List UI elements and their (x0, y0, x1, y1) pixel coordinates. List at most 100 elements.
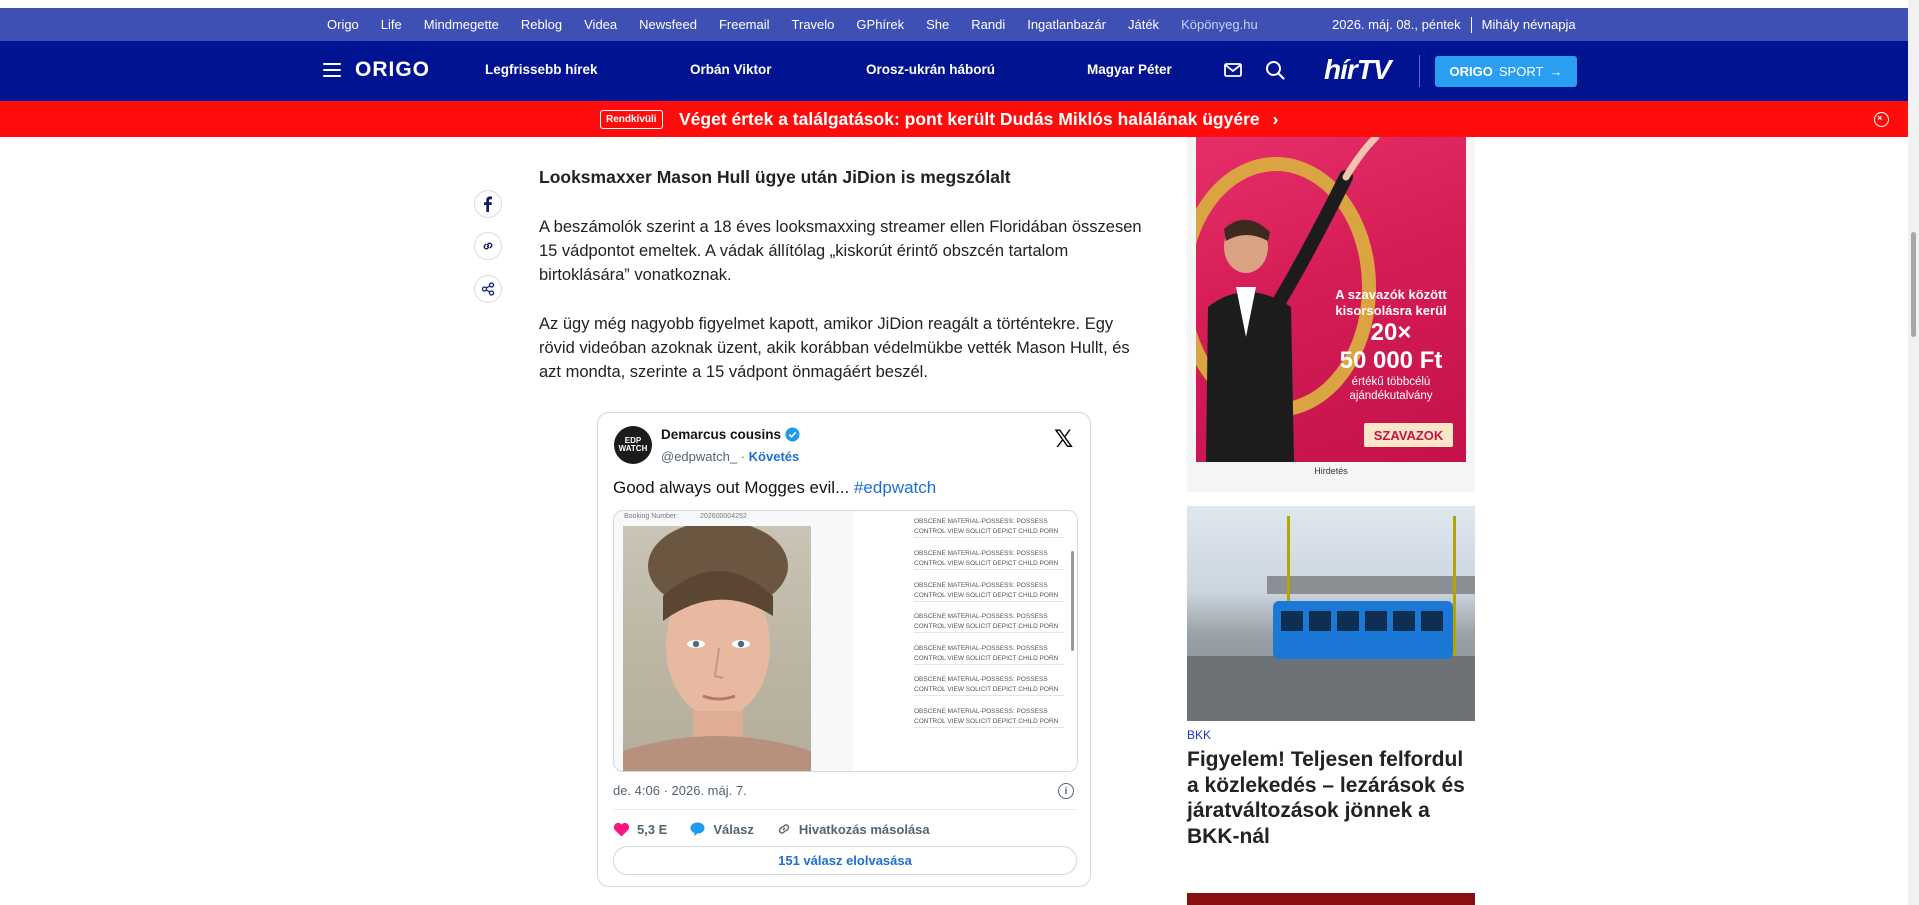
breaking-headline-text: Véget értek a találgatások: pont került … (679, 109, 1260, 129)
top-link-life[interactable]: Life (381, 17, 402, 32)
follow-link[interactable]: Követés (749, 449, 800, 464)
copy-link-label: Hivatkozás másolása (798, 821, 930, 837)
charges-panel: OBSCENE MATERIAL-POSSESS: POSSESS CONTRO… (854, 511, 1077, 771)
share-button[interactable] (474, 275, 502, 303)
like-count: 5,3 E (637, 821, 668, 837)
like-button[interactable]: 5,3 E (613, 822, 667, 837)
facebook-icon (484, 196, 492, 212)
mail-icon[interactable] (1222, 59, 1244, 81)
origo-sport-button[interactable]: ORIGO SPORT → (1435, 56, 1577, 87)
news-title[interactable]: Figyelem! Teljesen felfordul a közlekedé… (1187, 747, 1477, 849)
road-shape (1187, 656, 1475, 721)
tweet-avatar[interactable]: EDP WATCH (614, 426, 652, 464)
tweet-handle[interactable]: @edpwatch_ · (661, 449, 745, 464)
reply-button[interactable]: Válasz (689, 821, 754, 837)
tweet-text: Good always out Mogges evil... #edpwatch (613, 478, 936, 498)
article-paragraph: Az ügy még nagyobb figyelmet kapott, ami… (539, 315, 1130, 381)
sport-button-brand: ORIGO (1449, 64, 1493, 79)
article-body: Looksmaxxer Mason Hull ügye után JiDion … (539, 163, 1149, 384)
mugshot-photo (623, 526, 811, 771)
reply-label: Válasz (713, 821, 754, 837)
link-icon (483, 242, 493, 250)
tweet-hashtag-link[interactable]: #edpwatch (854, 478, 936, 497)
copy-link-action[interactable]: Hivatkozás másolása (776, 821, 930, 837)
ad-line-2: 20× (1370, 319, 1412, 346)
link-icon (778, 824, 790, 834)
sport-button-label: SPORT (1498, 64, 1544, 79)
copy-link-button[interactable] (474, 232, 502, 260)
news-image[interactable] (1187, 506, 1475, 721)
page-scrollbar-thumb[interactable] (1911, 232, 1916, 337)
divider (1470, 16, 1472, 33)
hirtv-logo[interactable]: hírTV (1324, 54, 1392, 86)
vote-button[interactable]: SZAVAZOK (1364, 423, 1453, 447)
pole-shape (1453, 516, 1456, 676)
breaking-badge: Rendkívüli (600, 110, 663, 129)
charge-item: OBSCENE MATERIAL-POSSESS: POSSESS CONTRO… (914, 644, 1064, 665)
divider (1419, 55, 1420, 87)
close-icon[interactable] (1874, 112, 1889, 127)
date-nameday: 2026. máj. 08., péntek Mihály névnapja (1332, 8, 1576, 41)
bus-shape (1273, 601, 1453, 659)
advertisement[interactable]: A szavazók között kisorsolásra kerül 20×… (1187, 137, 1475, 492)
top-link-mindmegette[interactable]: Mindmegette (424, 17, 499, 32)
read-replies-button[interactable]: 151 válasz elolvasása (613, 846, 1077, 875)
nameday: Mihály névnapja (1481, 17, 1576, 32)
x-logo-icon[interactable]: 𝕏 (1054, 425, 1073, 453)
top-link-ingatlanbazar[interactable]: Ingatlanbazár (1027, 17, 1106, 32)
top-link-reblog[interactable]: Reblog (521, 17, 562, 32)
ad-banner[interactable]: A szavazók között kisorsolásra kerül 20×… (1196, 137, 1466, 462)
facebook-share-button[interactable] (474, 190, 502, 218)
top-link-koponyeg[interactable]: Köpönyeg.hu (1181, 17, 1258, 32)
next-teaser-image[interactable] (1187, 893, 1475, 905)
top-link-bar: Origo Life Mindmegette Reblog Videa News… (0, 8, 1919, 41)
media-scrollbar[interactable] (1071, 551, 1074, 651)
hamburger-menu-icon[interactable] (323, 63, 341, 77)
top-link-origo[interactable]: Origo (327, 17, 359, 32)
charge-item: OBSCENE MATERIAL-POSSESS: POSSESS CONTRO… (914, 581, 1064, 602)
tweet-actions: 5,3 E Válasz Hivatkozás másolása (613, 818, 952, 840)
top-link-she[interactable]: She (926, 17, 949, 32)
reply-bubble-icon (690, 822, 705, 836)
share-icon (481, 282, 495, 296)
ad-line-4: értékű többcélú ajándékutalvány (1349, 376, 1433, 402)
nav-item-magyar-peter[interactable]: Magyar Péter (1087, 62, 1172, 77)
nav-item-latest-news[interactable]: Legfrissebb hírek (485, 62, 598, 77)
news-category[interactable]: BKK (1187, 728, 1211, 742)
ad-text: A szavazók között kisorsolásra kerül 20×… (1321, 287, 1461, 403)
partner-links: Origo Life Mindmegette Reblog Videa News… (327, 8, 1280, 41)
booking-number: Booking Number: 202600004252 (624, 513, 747, 520)
top-link-videa[interactable]: Videa (584, 17, 617, 32)
charge-item: OBSCENE MATERIAL-POSSESS: POSSESS CONTRO… (914, 675, 1064, 696)
breaking-headline[interactable]: Véget értek a találgatások: pont került … (679, 109, 1278, 130)
nav-item-russia-ukraine-war[interactable]: Orosz-ukrán háború (866, 62, 995, 77)
ad-line-3: 50 000 Ft (1339, 347, 1443, 374)
bridge-shape (1267, 576, 1475, 594)
charge-item: OBSCENE MATERIAL-POSSESS: POSSESS CONTRO… (914, 707, 1064, 728)
current-date: 2026. máj. 08., péntek (1332, 17, 1461, 32)
article-subheading: Looksmaxxer Mason Hull ügye után JiDion … (539, 167, 1011, 187)
top-link-jatek[interactable]: Játék (1128, 17, 1159, 32)
search-icon[interactable] (1264, 59, 1286, 81)
breaking-news-bar[interactable]: Rendkívüli Véget értek a találgatások: p… (0, 101, 1919, 137)
embedded-tweet[interactable]: EDP WATCH Demarcus cousins @edpwatch_ · … (597, 412, 1091, 887)
charge-item: OBSCENE MATERIAL-POSSESS: POSSESS CONTRO… (914, 612, 1064, 633)
ad-label: Hirdetés (1314, 466, 1348, 476)
chevron-right-icon: › (1272, 109, 1279, 129)
top-link-newsfeed[interactable]: Newsfeed (639, 17, 697, 32)
origo-logo[interactable]: ORIGO (355, 58, 430, 82)
page-scrollbar-track[interactable] (1908, 0, 1919, 905)
main-navigation: ORIGO Legfrissebb hírek Orbán Viktor Oro… (0, 41, 1919, 101)
article-paragraph: A beszámolók szerint a 18 éves looksmaxx… (539, 218, 1142, 284)
info-icon[interactable]: i (1058, 783, 1074, 799)
nav-item-orban-viktor[interactable]: Orbán Viktor (690, 62, 772, 77)
tweet-handle-row: @edpwatch_ · Követés (661, 449, 799, 464)
top-link-freemail[interactable]: Freemail (719, 17, 770, 32)
top-link-travelo[interactable]: Travelo (792, 17, 835, 32)
top-link-gphirek[interactable]: GPhírek (856, 17, 904, 32)
tweet-media-image[interactable]: Booking Number: 202600004252 OBSCENE MAT… (613, 510, 1078, 772)
tweet-author-name[interactable]: Demarcus cousins (661, 427, 800, 442)
charge-item: OBSCENE MATERIAL-POSSESS: POSSESS CONTRO… (914, 517, 1064, 538)
tweet-timestamp[interactable]: de. 4:06 · 2026. máj. 7. (613, 783, 747, 798)
top-link-randi[interactable]: Randi (971, 17, 1005, 32)
